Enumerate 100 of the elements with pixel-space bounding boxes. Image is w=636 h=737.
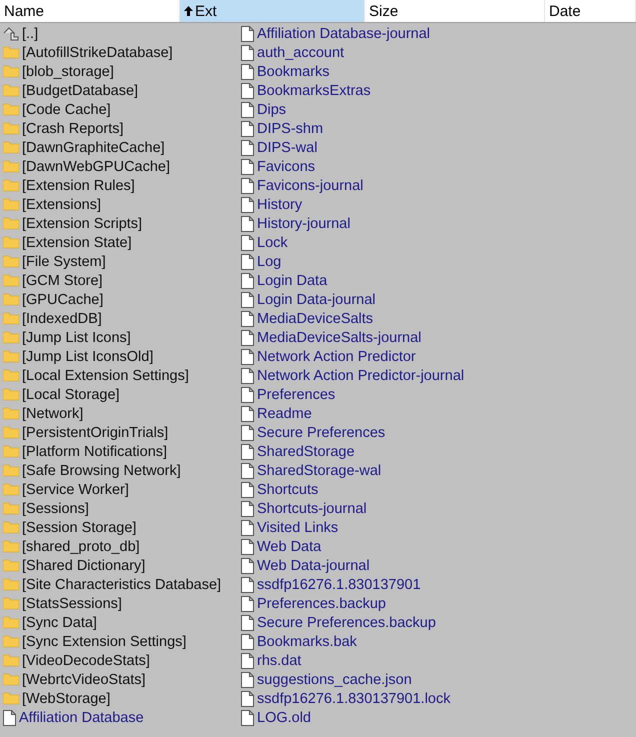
folder-name[interactable]: [VideoDecodeStats] xyxy=(22,652,150,668)
folder-name[interactable]: [DawnWebGPUCache] xyxy=(22,158,170,174)
file-name[interactable]: Login Data-journal xyxy=(257,292,376,308)
file-name[interactable]: Secure Preferences.backup xyxy=(257,614,436,630)
file-name[interactable]: History-journal xyxy=(257,216,350,232)
file-name[interactable]: Preferences xyxy=(257,386,336,402)
column-header[interactable]: Ext xyxy=(180,0,365,22)
file-name[interactable]: Affiliation Database xyxy=(19,710,144,726)
folder-icon xyxy=(3,616,19,629)
file-name[interactable]: Shortcuts xyxy=(257,482,318,498)
document-icon xyxy=(241,538,254,554)
document-icon xyxy=(241,292,254,308)
folder-name[interactable]: [AutofillStrikeDatabase] xyxy=(22,44,173,60)
folder-name[interactable]: [Session Storage] xyxy=(22,520,136,536)
folder-name[interactable]: [PersistentOriginTrials] xyxy=(22,424,168,440)
document-icon xyxy=(241,82,254,98)
file-name[interactable]: Shortcuts-journal xyxy=(257,500,367,516)
file-name[interactable]: auth_account xyxy=(257,44,344,60)
parent-folder[interactable]: [..] xyxy=(22,26,38,42)
file-name[interactable]: History xyxy=(257,196,302,212)
folder-name[interactable]: [Extension Scripts] xyxy=(22,216,142,232)
file-name[interactable]: Affiliation Database-journal xyxy=(257,26,430,42)
document-icon xyxy=(241,140,254,156)
document-icon xyxy=(241,310,254,326)
file-name[interactable]: DIPS-shm xyxy=(257,120,324,136)
document-icon xyxy=(241,500,254,516)
file-name[interactable]: suggestions_cache.json xyxy=(257,672,412,688)
document-icon xyxy=(241,64,254,80)
folder-name[interactable]: [GPUCache] xyxy=(22,292,104,308)
folder-name[interactable]: [Extension Rules] xyxy=(22,178,135,194)
document-icon xyxy=(241,462,254,478)
file-name[interactable]: Login Data xyxy=(257,272,328,288)
folder-name[interactable]: [Extension State] xyxy=(22,234,132,250)
folder-icon xyxy=(3,578,19,591)
file-name[interactable]: Favicons xyxy=(257,158,316,174)
folder-name[interactable]: [WebStorage] xyxy=(22,690,110,706)
file-name[interactable]: SharedStorage xyxy=(257,444,355,460)
file-name[interactable]: Favicons-journal xyxy=(257,178,364,194)
folder-icon xyxy=(3,407,19,420)
folder-name[interactable]: [blob_storage] xyxy=(22,64,114,80)
file-name[interactable]: Lock xyxy=(257,234,288,250)
file-name[interactable]: MediaDeviceSalts xyxy=(257,310,374,326)
folder-name[interactable]: [shared_proto_db] xyxy=(22,538,140,554)
file-name[interactable]: Bookmarks.bak xyxy=(257,634,357,650)
file-name[interactable]: LOG.old xyxy=(257,710,311,726)
file-name[interactable]: Readme xyxy=(257,406,312,422)
sort-arrow-icon xyxy=(184,6,193,16)
file-name[interactable]: Preferences.backup xyxy=(257,596,386,612)
document-icon xyxy=(241,368,254,384)
folder-name[interactable]: [Service Worker] xyxy=(22,482,129,498)
file-name[interactable]: Network Action Predictor-journal xyxy=(257,368,464,384)
folder-name[interactable]: [Jump List IconsOld] xyxy=(22,348,154,364)
file-name[interactable]: Secure Preferences xyxy=(257,424,386,440)
file-name[interactable]: Web Data-journal xyxy=(257,558,370,574)
folder-name[interactable]: [Platform Notifications] xyxy=(22,444,168,460)
folder-name[interactable]: [BudgetDatabase] xyxy=(22,82,138,98)
folder-name[interactable]: [Crash Reports] xyxy=(22,120,124,136)
folder-icon xyxy=(3,217,19,230)
file-name[interactable]: BookmarksExtras xyxy=(257,82,371,98)
folder-name[interactable]: [Jump List Icons] xyxy=(22,330,131,346)
folder-icon xyxy=(3,521,19,534)
document-icon xyxy=(241,348,254,364)
folder-name[interactable]: [GCM Store] xyxy=(22,272,103,288)
file-name[interactable]: Log xyxy=(257,254,282,270)
folder-icon xyxy=(3,426,19,439)
folder-name[interactable]: [Shared Dictionary] xyxy=(22,558,146,574)
file-name[interactable]: Visited Links xyxy=(257,520,338,536)
folder-name[interactable]: [DawnGraphiteCache] xyxy=(22,140,165,156)
folder-name[interactable]: [Sessions] xyxy=(22,500,89,516)
file-name[interactable]: Network Action Predictor xyxy=(257,348,416,364)
folder-name[interactable]: [Extensions] xyxy=(22,196,101,212)
folder-name[interactable]: [Sync Extension Settings] xyxy=(22,634,186,650)
folder-icon xyxy=(3,388,19,401)
document-icon xyxy=(3,710,16,726)
file-name[interactable]: ssdfp16276.1.830137901.lock xyxy=(257,690,450,706)
document-icon xyxy=(241,596,254,612)
folder-name[interactable]: [Code Cache] xyxy=(22,102,111,118)
file-name[interactable]: SharedStorage-wal xyxy=(257,462,382,478)
folder-icon xyxy=(3,198,19,211)
document-icon xyxy=(241,406,254,422)
file-name[interactable]: Bookmarks xyxy=(257,64,330,80)
folder-name[interactable]: [StatsSessions] xyxy=(22,596,122,612)
file-name[interactable]: DIPS-wal xyxy=(257,140,318,156)
folder-name[interactable]: [Local Extension Settings] xyxy=(22,368,189,384)
folder-name[interactable]: [WebrtcVideoStats] xyxy=(22,672,146,688)
file-name[interactable]: ssdfp16276.1.830137901 xyxy=(257,576,421,592)
folder-name[interactable]: [Site Characteristics Database] xyxy=(22,576,222,592)
folder-name[interactable]: [Network] xyxy=(22,406,84,422)
folder-icon xyxy=(3,255,19,268)
folder-name[interactable]: [Safe Browsing Network] xyxy=(22,462,181,478)
file-name[interactable]: Web Data xyxy=(257,538,322,554)
file-name[interactable]: MediaDeviceSalts-journal xyxy=(257,330,422,346)
folder-icon xyxy=(3,635,19,648)
folder-name[interactable]: [File System] xyxy=(22,254,106,270)
folder-name[interactable]: [Local Storage] xyxy=(22,386,120,402)
file-name[interactable]: rhs.dat xyxy=(257,652,302,668)
folder-icon xyxy=(3,179,19,192)
file-name[interactable]: Dips xyxy=(257,102,286,118)
folder-name[interactable]: [IndexedDB] xyxy=(22,310,102,326)
folder-name[interactable]: [Sync Data] xyxy=(22,614,97,630)
